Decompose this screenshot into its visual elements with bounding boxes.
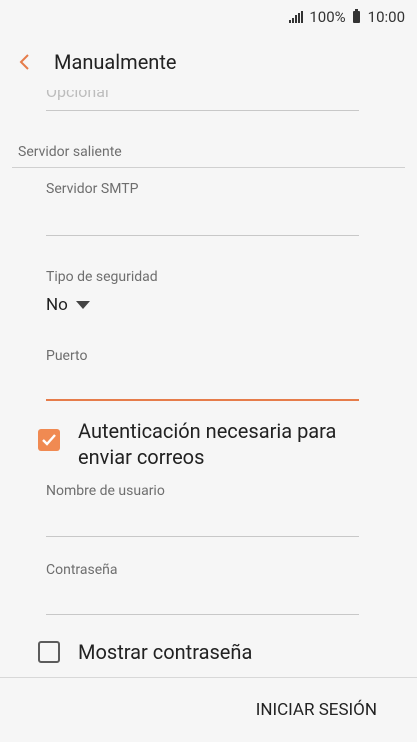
sign-in-button[interactable]: INICIAR SESIÓN <box>256 700 377 720</box>
clock: 10:00 <box>367 8 405 26</box>
password-field[interactable]: Contraseña <box>46 559 359 619</box>
checkmark-icon <box>42 434 56 446</box>
section-divider <box>12 167 405 168</box>
username-label: Nombre de usuario <box>46 483 165 499</box>
smtp-server-field[interactable]: Servidor SMTP <box>46 178 359 238</box>
bottom-action-bar: INICIAR SESIÓN <box>0 677 417 742</box>
password-underline <box>46 614 359 615</box>
app-bar: Manualmente <box>0 34 417 90</box>
security-type-value: No <box>46 295 68 315</box>
optional-field[interactable]: Opcional <box>46 90 359 112</box>
security-type-dropdown[interactable]: No <box>46 295 359 315</box>
page-title: Manualmente <box>54 50 177 74</box>
show-password-checkbox-row[interactable]: Mostrar contraseña <box>38 639 368 665</box>
show-password-label: Mostrar contraseña <box>78 640 253 664</box>
password-label: Contraseña <box>46 562 118 578</box>
auth-required-checkbox[interactable] <box>38 429 60 451</box>
username-underline <box>46 536 359 537</box>
chevron-left-icon <box>19 54 29 70</box>
auth-required-checkbox-row[interactable]: Autenticación necesaria para enviar corr… <box>38 418 368 470</box>
smtp-server-label: Servidor SMTP <box>46 181 139 197</box>
smtp-server-underline <box>46 235 359 236</box>
port-field[interactable]: Puerto <box>46 345 359 405</box>
section-title: Servidor saliente <box>18 144 122 160</box>
optional-field-placeholder: Opcional <box>46 90 109 101</box>
battery-icon <box>352 9 360 23</box>
status-bar: 100% 10:00 <box>0 0 417 34</box>
settings-form[interactable]: Opcional Servidor saliente Servidor SMTP… <box>0 90 417 678</box>
optional-field-underline <box>46 110 359 111</box>
port-label: Puerto <box>46 348 88 364</box>
username-field[interactable]: Nombre de usuario <box>46 480 359 540</box>
port-underline <box>46 399 359 401</box>
section-header-outgoing-server: Servidor saliente <box>0 144 405 168</box>
signal-icon <box>289 11 304 23</box>
security-type-label: Tipo de seguridad <box>46 269 158 285</box>
caret-down-icon <box>75 301 90 309</box>
show-password-checkbox[interactable] <box>38 641 60 663</box>
security-type-field: Tipo de seguridad No <box>46 266 359 326</box>
back-button[interactable] <box>14 52 34 72</box>
auth-required-label: Autenticación necesaria para enviar corr… <box>78 419 337 469</box>
battery-percent: 100% <box>309 8 346 26</box>
